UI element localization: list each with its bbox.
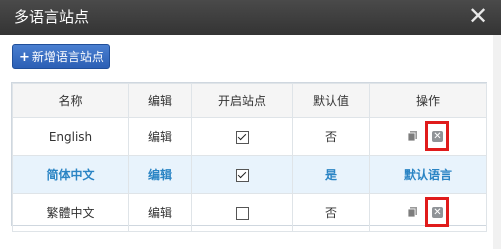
actions-cell: ✕ xyxy=(369,193,487,232)
add-language-site-label: 新增语言站点 xyxy=(31,50,104,64)
enabled-cell xyxy=(191,117,293,156)
table-header-row: 名称 编辑 开启站点 默认值 操作 xyxy=(12,83,487,118)
language-table: 名称 编辑 开启站点 默认值 操作 English 编辑 否 ✕ 简体中文 编辑… xyxy=(11,82,487,232)
edit-link[interactable]: 编辑 xyxy=(128,117,192,156)
header-name: 名称 xyxy=(12,83,129,118)
scrollbar[interactable] xyxy=(493,35,501,249)
copy-icon[interactable] xyxy=(408,131,417,141)
enabled-checkbox[interactable] xyxy=(235,168,249,182)
plus-icon: + xyxy=(19,50,30,65)
header-edit: 编辑 xyxy=(128,83,192,118)
default-value: 否 xyxy=(292,193,370,232)
enabled-cell xyxy=(191,193,293,232)
enabled-checkbox[interactable] xyxy=(235,130,249,144)
header-actions: 操作 xyxy=(369,83,487,118)
default-language-label: 默认语言 xyxy=(369,155,487,194)
enabled-cell xyxy=(191,155,293,194)
table-row: English 编辑 否 ✕ xyxy=(12,117,487,156)
dialog-title: 多语言站点 xyxy=(14,8,90,26)
delete-highlight: ✕ xyxy=(425,197,449,227)
copy-icon[interactable] xyxy=(408,207,417,217)
default-value: 否 xyxy=(292,117,370,156)
add-language-site-button[interactable]: + 新增语言站点 xyxy=(12,44,110,69)
row-language-name: 简体中文 xyxy=(12,155,129,194)
actions-cell: ✕ xyxy=(369,117,487,156)
table-row: 繁體中文 编辑 否 ✕ xyxy=(12,193,487,232)
edit-link[interactable]: 编辑 xyxy=(128,193,192,232)
close-icon[interactable]: ✕ xyxy=(467,3,489,29)
default-value: 是 xyxy=(292,155,370,194)
table-row: 简体中文 编辑 是 默认语言 xyxy=(12,155,487,194)
dialog-titlebar: 多语言站点 ✕ xyxy=(0,0,501,35)
enabled-checkbox[interactable] xyxy=(235,206,249,220)
row-language-name: English xyxy=(12,117,129,156)
header-default: 默认值 xyxy=(292,83,370,118)
header-enabled: 开启站点 xyxy=(191,83,293,118)
row-language-name: 繁體中文 xyxy=(12,193,129,232)
delete-icon[interactable]: ✕ xyxy=(432,207,443,218)
delete-highlight: ✕ xyxy=(425,121,449,151)
edit-link[interactable]: 编辑 xyxy=(128,155,192,194)
delete-icon[interactable]: ✕ xyxy=(432,131,443,142)
